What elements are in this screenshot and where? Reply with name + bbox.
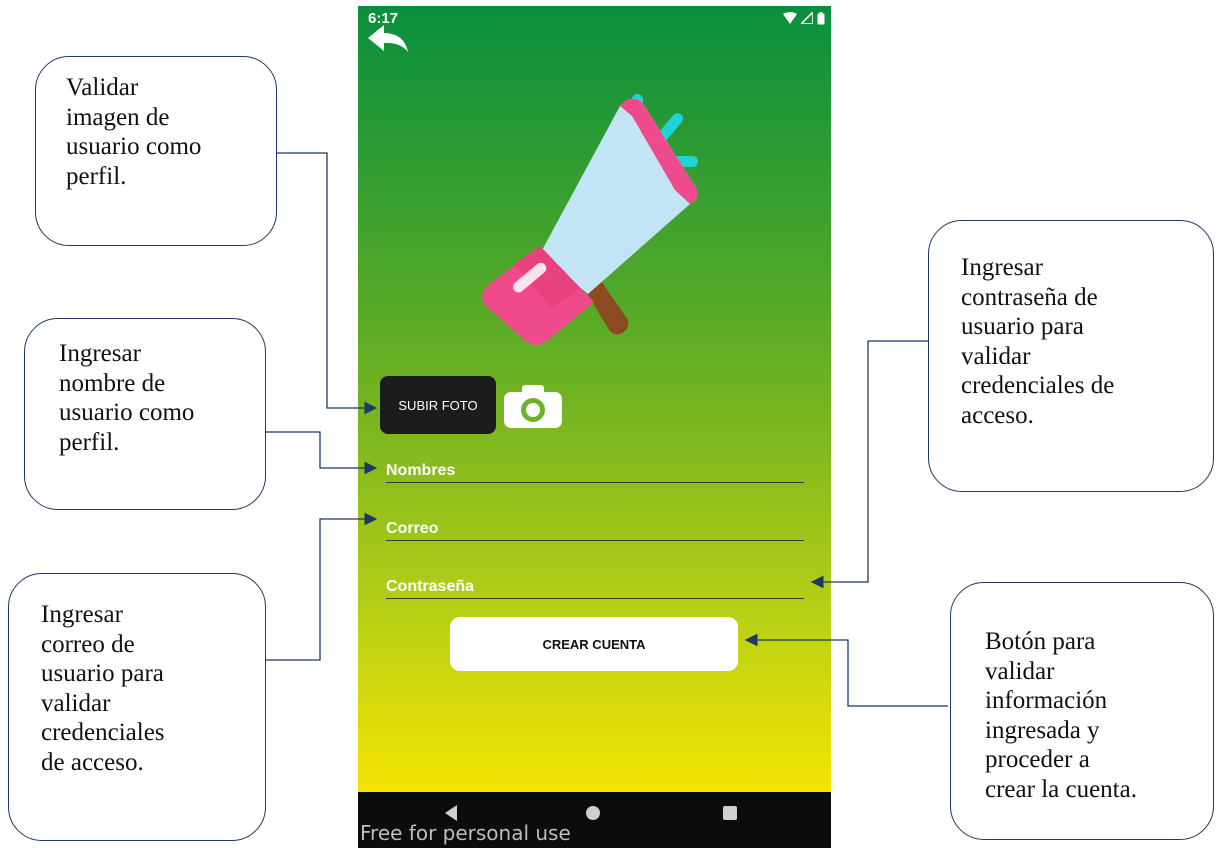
callout-name-text: Ingresar nombre de usuario como perfil. (59, 340, 195, 456)
callout-create-button: Botón para validar información ingresada… (950, 582, 1214, 840)
callout-password-text: Ingresar contraseña de usuario para vali… (961, 254, 1115, 429)
megaphone-icon (482, 94, 698, 345)
create-account-button[interactable]: CREAR CUENTA (450, 617, 738, 671)
name-field-placeholder: Nombres (386, 462, 456, 479)
callout-create-button-text: Botón para validar información ingresada… (985, 628, 1137, 803)
email-field-placeholder: Correo (386, 520, 439, 537)
nav-home-icon[interactable] (586, 806, 600, 820)
email-field[interactable]: Correo (386, 513, 804, 541)
name-field[interactable]: Nombres (386, 455, 804, 483)
upload-photo-button[interactable]: SUBIR FOTO (380, 376, 496, 434)
watermark: Free for personal use (360, 821, 571, 845)
password-field-placeholder: Contraseña (386, 578, 475, 595)
callout-photo-text: Validar imagen de usuario como perfil. (66, 74, 202, 190)
callout-name: Ingresar nombre de usuario como perfil. (24, 318, 266, 510)
status-icons (783, 12, 825, 25)
password-field[interactable]: Contraseña (386, 571, 804, 599)
callout-photo: Validar imagen de usuario como perfil. (35, 56, 277, 246)
battery-icon (817, 12, 825, 25)
callout-password: Ingresar contraseña de usuario para vali… (928, 220, 1214, 492)
callout-email-text: Ingresar correo de usuario para validar … (41, 601, 165, 776)
back-arrow-icon[interactable] (366, 22, 410, 54)
callout-email: Ingresar correo de usuario para validar … (8, 573, 266, 841)
signal-icon (801, 12, 813, 24)
wifi-icon (783, 12, 797, 24)
nav-recent-apps-icon[interactable] (723, 806, 737, 820)
nav-back-icon[interactable] (443, 804, 459, 822)
camera-icon[interactable] (502, 382, 564, 430)
phone-screen: 6:17 SUBIR FOTO Nombres Correo Contraseñ… (358, 6, 831, 848)
